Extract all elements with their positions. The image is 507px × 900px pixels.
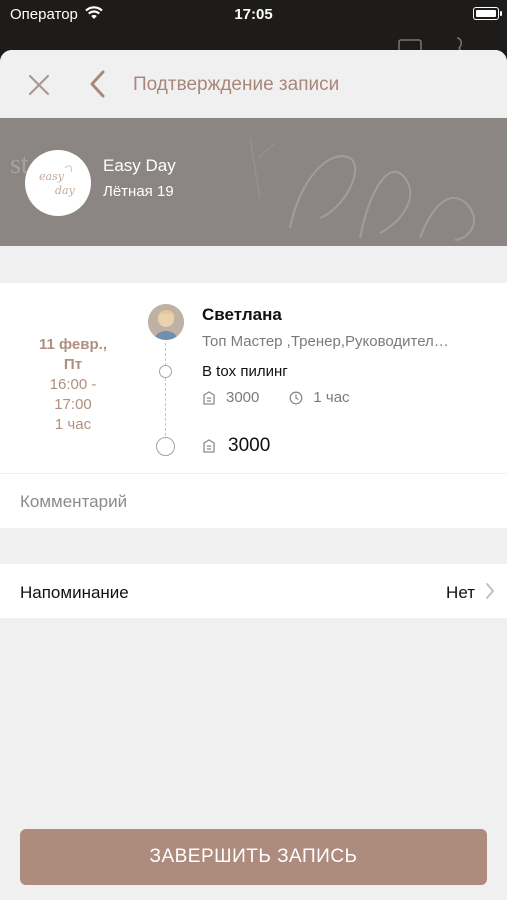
timeline-service-dot bbox=[159, 365, 172, 378]
booking-time-end: 17:00 bbox=[54, 396, 92, 413]
service-meta: 3000 1 час bbox=[202, 389, 350, 406]
salon-logo: easy day bbox=[25, 150, 91, 216]
salon-name: Easy Day bbox=[103, 156, 176, 175]
booking-weekday: Пт bbox=[63, 356, 83, 373]
booking-date: 11 февр., bbox=[38, 336, 107, 353]
salon-banner[interactable]: st easy day Easy Day Лётная 19 bbox=[0, 118, 507, 246]
svg-text:easy: easy bbox=[39, 170, 65, 183]
master-role: Топ Мастер ,Тренер,Руководител… bbox=[202, 333, 449, 350]
close-icon[interactable] bbox=[26, 72, 52, 98]
total-price: 3000 bbox=[228, 435, 271, 456]
comment-row bbox=[0, 473, 507, 528]
timeline-line bbox=[165, 343, 166, 441]
page-title: Подтверждение записи bbox=[133, 74, 340, 95]
total-price-icon bbox=[203, 439, 215, 453]
booking-duration: 1 час bbox=[54, 416, 92, 433]
svg-text:day: day bbox=[55, 184, 76, 197]
booking-date-block: 11 февр., Пт 16:00 - 17:00 1 час bbox=[18, 335, 128, 435]
service-name: B tox пилинг bbox=[202, 363, 288, 380]
reminder-label: Напоминание bbox=[20, 583, 129, 602]
salon-address: Лётная 19 bbox=[103, 183, 174, 200]
battery-icon bbox=[473, 7, 502, 20]
booking-time-start: 16:00 - bbox=[49, 376, 97, 393]
clock: 17:05 bbox=[234, 6, 273, 23]
clock-icon bbox=[289, 391, 303, 404]
salon-logo-mark: easy day bbox=[39, 165, 76, 197]
timeline-total-dot bbox=[156, 437, 175, 456]
back-chevron-icon[interactable] bbox=[88, 69, 108, 99]
master-avatar-image bbox=[148, 304, 184, 340]
reminder-value: Нет bbox=[446, 583, 475, 602]
chevron-right-icon bbox=[486, 583, 494, 599]
master-avatar bbox=[148, 304, 184, 340]
booking-total: 3000 bbox=[202, 435, 270, 457]
booking-card: 11 февр., Пт 16:00 - 17:00 1 час Светлан… bbox=[0, 283, 507, 473]
comment-input[interactable] bbox=[20, 490, 490, 514]
status-bar: Оператор 17:05 bbox=[0, 0, 507, 30]
nav-bar: Подтверждение записи bbox=[0, 50, 507, 118]
price-tag-icon bbox=[203, 390, 215, 405]
booking-confirmation-sheet: Подтверждение записи st easy day Easy Da… bbox=[0, 50, 507, 900]
service-duration: 1 час bbox=[313, 389, 350, 406]
finish-booking-button[interactable]: ЗАВЕРШИТЬ ЗАПИСЬ bbox=[20, 829, 487, 885]
reminder-row[interactable]: Напоминание Нет bbox=[0, 564, 507, 618]
service-price: 3000 bbox=[226, 389, 260, 406]
master-name: Светлана bbox=[202, 305, 282, 324]
